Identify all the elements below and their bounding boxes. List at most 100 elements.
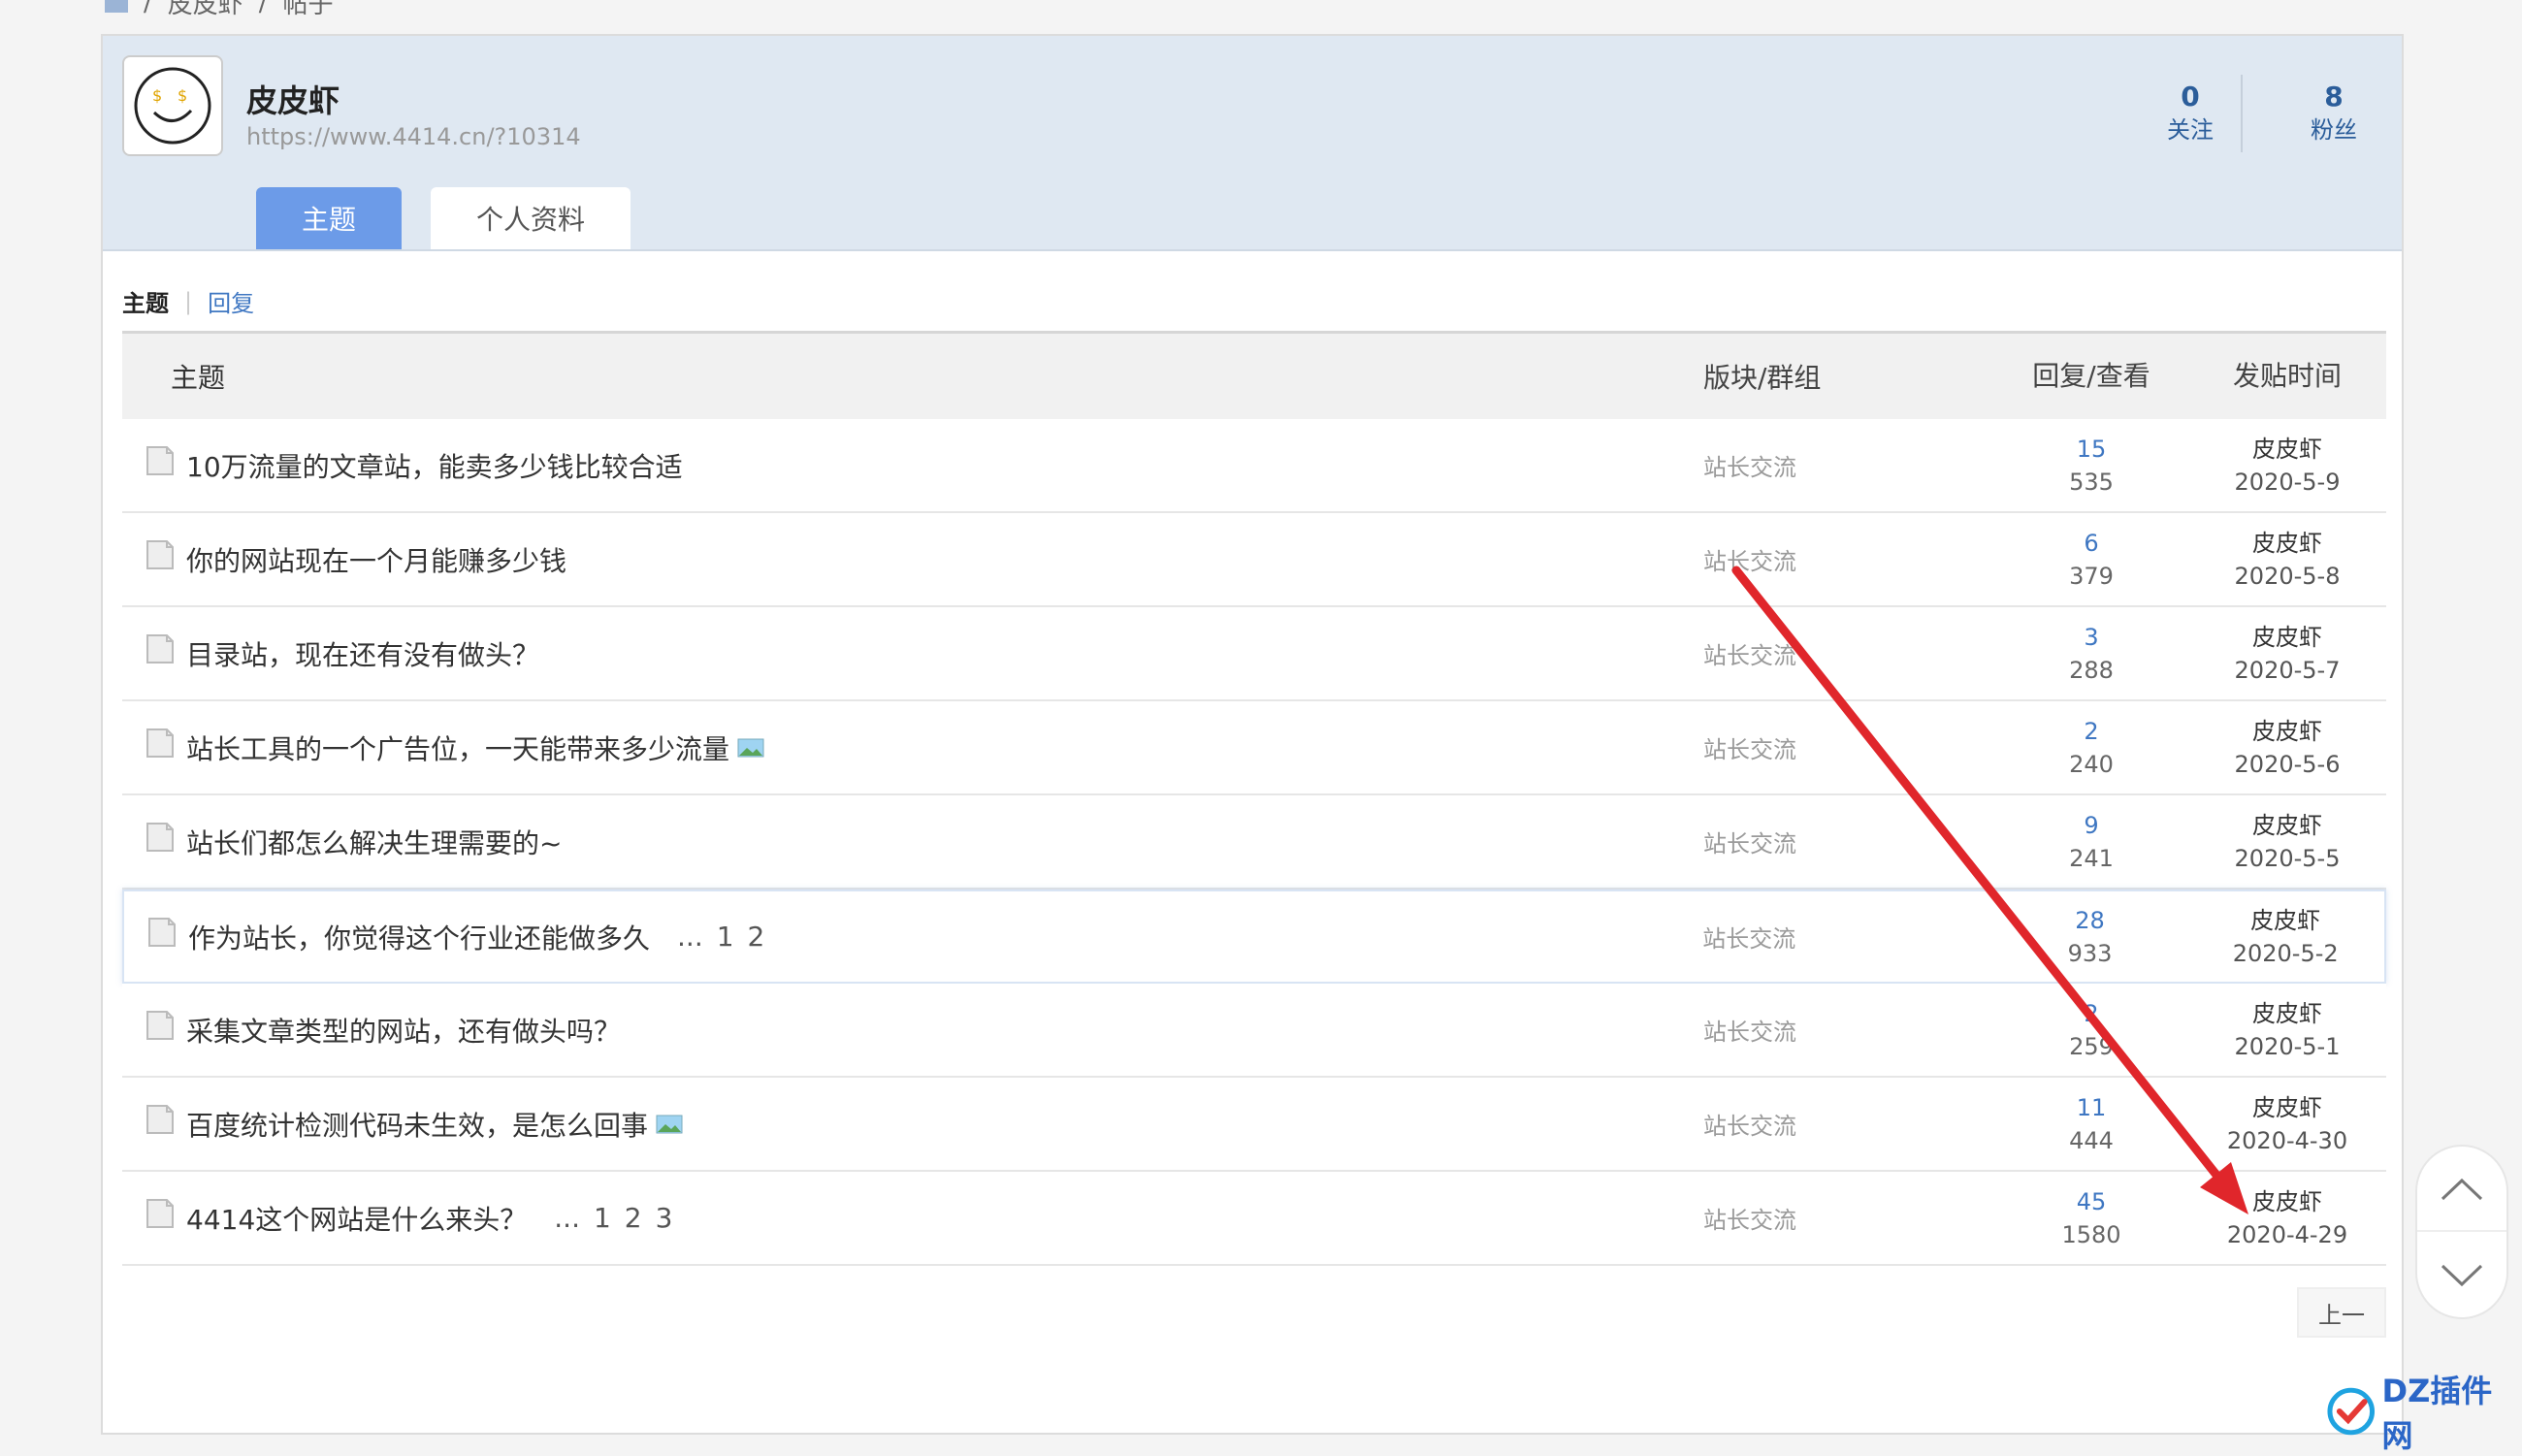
reply-count[interactable]: 2 [1994,715,2188,748]
topic-page-link[interactable]: 2 [625,1202,642,1234]
breadcrumb-posts[interactable]: 帖子 [283,0,334,20]
tab-topics[interactable]: 主题 [256,187,402,249]
reply-count[interactable]: 15 [1994,433,2188,466]
post-time-cell: 皮皮虾2020-5-2 [2186,904,2384,970]
svg-text:$: $ [178,86,187,105]
topic-pages: ... 123 [540,1202,672,1234]
post-date: 2020-4-29 [2188,1218,2386,1251]
topic-title-link[interactable]: 你的网站现在一个月能赚多少钱 [186,540,566,579]
author-link[interactable]: 皮皮虾 [2188,433,2386,466]
topic-page-link[interactable]: 1 [717,921,734,953]
topic-title-link[interactable]: 4414这个网站是什么来头？ [186,1199,527,1238]
topic-title-link[interactable]: 目录站，现在还有没有做头？ [186,634,539,673]
forum-link[interactable]: 站长交流 [1703,448,1994,482]
reply-count[interactable]: 3 [1994,621,2188,654]
reply-count[interactable]: 28 [1993,904,2187,937]
stat-following[interactable]: 0 关注 [2132,81,2248,146]
post-time-cell: 皮皮虾2020-4-29 [2188,1185,2386,1251]
topic-page-link[interactable]: 2 [748,921,765,953]
table-row: 4414这个网站是什么来头？... 123 站长交流451580皮皮虾2020-4-… [122,1172,2386,1266]
topic-cell: 站长工具的一个广告位，一天能带来多少流量 [122,728,1703,767]
reply-count[interactable]: 2 [1994,997,2188,1030]
author-link[interactable]: 皮皮虾 [2188,809,2386,842]
post-time-cell: 皮皮虾2020-4-30 [2188,1091,2386,1157]
subnav-divider: | [184,288,192,315]
reply-view-cell: 6379 [1994,527,2188,593]
profile-header: $ $ 皮皮虾 https://www.4414.cn/?10314 0 关注 … [103,36,2402,251]
author-link[interactable]: 皮皮虾 [2188,1091,2386,1124]
table-row: 你的网站现在一个月能赚多少钱 站长交流6379皮皮虾2020-5-8 [122,513,2386,607]
post-time-cell: 皮皮虾2020-5-7 [2188,621,2386,687]
topic-title-link[interactable]: 站长工具的一个广告位，一天能带来多少流量 [186,728,729,767]
post-date: 2020-5-5 [2188,842,2386,875]
reply-view-cell: 9241 [1994,809,2188,875]
stat-following-count: 0 [2132,81,2248,113]
author-link[interactable]: 皮皮虾 [2188,997,2386,1030]
author-link[interactable]: 皮皮虾 [2188,527,2386,560]
post-time-cell: 皮皮虾2020-5-5 [2188,809,2386,875]
forum-link[interactable]: 站长交流 [1702,920,1992,954]
reply-view-cell: 2259 [1994,997,2188,1063]
forum-link[interactable]: 站长交流 [1703,825,1994,858]
topic-cell: 目录站，现在还有没有做头？ [122,634,1703,673]
topic-title-link[interactable]: 采集文章类型的网站，还有做头吗？ [186,1011,621,1050]
topic-cell: 采集文章类型的网站，还有做头吗？ [122,1011,1703,1050]
avatar[interactable]: $ $ [122,55,223,156]
table-row: 采集文章类型的网站，还有做头吗？站长交流2259皮皮虾2020-5-1 [122,984,2386,1078]
scroll-bottom-button[interactable] [2417,1230,2506,1317]
reply-view-cell: 2240 [1994,715,2188,781]
tab-profile-info[interactable]: 个人资料 [431,187,630,249]
post-date: 2020-5-9 [2188,466,2386,499]
post-date: 2020-5-2 [2186,937,2384,970]
reply-count[interactable]: 11 [1994,1091,2188,1124]
forum-link[interactable]: 站长交流 [1703,730,1994,764]
topic-title-link[interactable]: 10万流量的文章站，能卖多少钱比较合适 [186,446,683,485]
author-link[interactable]: 皮皮虾 [2188,1185,2386,1218]
post-time-cell: 皮皮虾2020-5-8 [2188,527,2386,593]
forum-link[interactable]: 站长交流 [1703,1013,1994,1047]
prev-page-button[interactable]: 上一 [2297,1287,2386,1338]
document-icon [146,445,175,476]
reply-count[interactable]: 6 [1994,527,2188,560]
breadcrumb-user[interactable]: 皮皮虾 [168,0,243,20]
home-icon[interactable] [105,0,128,13]
view-count: 288 [1994,654,2188,687]
header-forum: 版块/群组 [1703,357,1994,396]
topic-page-link[interactable]: 3 [656,1202,673,1234]
author-link[interactable]: 皮皮虾 [2188,715,2386,748]
view-count: 379 [1994,560,2188,593]
table-row: 站长们都怎么解决生理需要的~ 站长交流9241皮皮虾2020-5-5 [122,795,2386,890]
reply-view-cell: 28933 [1993,904,2187,970]
profile-url[interactable]: https://www.4414.cn/?10314 [246,123,581,150]
topic-title-link[interactable]: 作为站长，你觉得这个行业还能做多久 [188,918,650,956]
view-count: 1580 [1994,1218,2188,1251]
image-attachment-icon [656,1115,683,1134]
view-count: 241 [1994,842,2188,875]
table-row: 10万流量的文章站，能卖多少钱比较合适站长交流15535皮皮虾2020-5-9 [122,419,2386,513]
forum-link[interactable]: 站长交流 [1703,1107,1994,1141]
forum-link[interactable]: 站长交流 [1703,636,1994,670]
scroll-top-button[interactable] [2417,1147,2506,1232]
post-time-cell: 皮皮虾2020-5-9 [2188,433,2386,499]
topic-pages: ... 12 [663,921,764,953]
stat-following-label: 关注 [2132,113,2248,146]
reply-view-cell: 451580 [1994,1185,2188,1251]
profile-card: $ $ 皮皮虾 https://www.4414.cn/?10314 0 关注 … [101,34,2404,1435]
author-link[interactable]: 皮皮虾 [2186,904,2384,937]
reply-count[interactable]: 9 [1994,809,2188,842]
watermark: DZ插件网 [2324,1377,2522,1445]
topic-page-link[interactable]: ... [554,1202,580,1234]
stat-followers[interactable]: 8 粉丝 [2276,81,2392,146]
topic-title-link[interactable]: 百度统计检测代码未生效，是怎么回事 [186,1105,648,1144]
subnav-topics[interactable]: 主题 [122,284,169,318]
topic-page-link[interactable]: 1 [594,1202,611,1234]
forum-link[interactable]: 站长交流 [1703,1201,1994,1235]
forum-link[interactable]: 站长交流 [1703,542,1994,576]
topic-page-link[interactable]: ... [677,921,703,953]
author-link[interactable]: 皮皮虾 [2188,621,2386,654]
document-icon [146,633,175,664]
topic-title-link[interactable]: 站长们都怎么解决生理需要的~ [186,823,562,861]
subnav-replies[interactable]: 回复 [208,284,254,318]
topic-cell: 10万流量的文章站，能卖多少钱比较合适 [122,446,1703,485]
reply-count[interactable]: 45 [1994,1185,2188,1218]
